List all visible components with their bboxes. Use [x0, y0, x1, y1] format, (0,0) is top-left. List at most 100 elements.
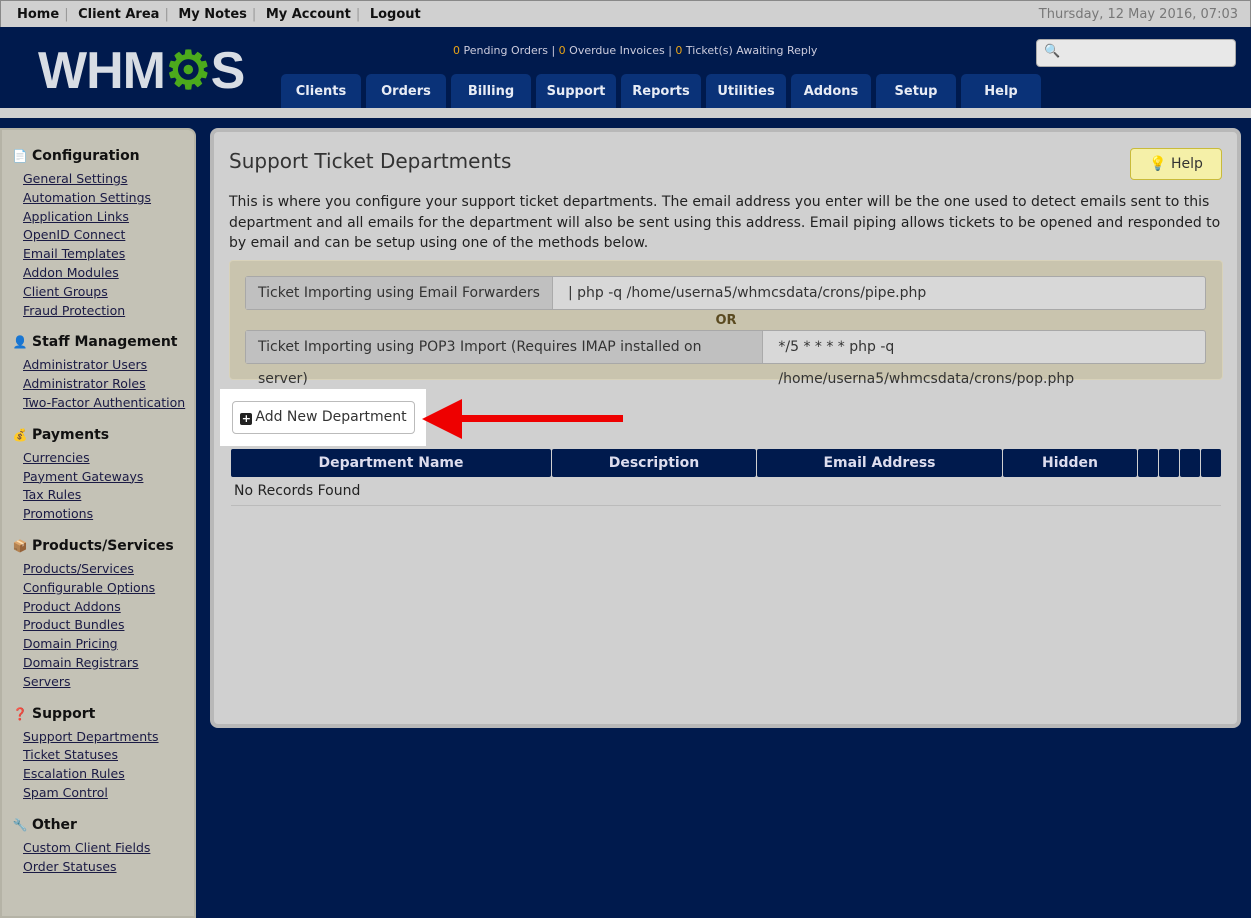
red-arrow-icon [422, 399, 623, 439]
tickets-count: 0 [675, 44, 683, 57]
sidebar-link[interactable]: Addon Modules [23, 264, 194, 283]
home-link[interactable]: Home [17, 7, 59, 22]
date-display: Thursday, 12 May 2016, 07:03 [1038, 7, 1238, 22]
add-button-highlight: + Add New Department [220, 389, 426, 446]
lightbulb-icon: 💡 [1149, 156, 1167, 172]
sidebar-link[interactable]: Configurable Options [23, 579, 194, 598]
wrench-icon: 🔧 [12, 817, 28, 832]
sidebar-heading: 👤 Staff Management [12, 334, 194, 350]
tab-addons[interactable]: Addons [791, 74, 871, 108]
overdue-count: 0 [558, 44, 566, 57]
pending-orders-link[interactable]: Pending Orders [464, 44, 548, 57]
support-icon: ❓ [12, 706, 28, 721]
sidebar: 📄 Configuration General Settings Automation… [0, 128, 196, 918]
sidebar-section: 📄 Configuration General Settings Automation… [12, 148, 194, 320]
sidebar-heading-label: Other [32, 816, 77, 833]
col-action [1201, 449, 1221, 477]
help-button[interactable]: 💡 Help [1130, 148, 1222, 180]
whmcs-logo[interactable]: WHM⚙S [38, 41, 245, 101]
pop3-command[interactable]: */5 * * * * php -q /home/userna5/whmcsda… [763, 331, 1205, 387]
user-icon: 👤 [12, 335, 28, 350]
or-separator: OR [715, 313, 737, 328]
sidebar-section: 🔧 Other Custom Client Fields Order Statuses [12, 817, 194, 877]
col-department-name[interactable]: Department Name [231, 449, 551, 477]
sidebar-link[interactable]: Support Departments [23, 728, 194, 747]
sidebar-link[interactable]: OpenID Connect [23, 226, 194, 245]
sidebar-heading-label: Products/Services [32, 537, 174, 554]
sidebar-link[interactable]: Payment Gateways [23, 468, 194, 487]
tab-utilities[interactable]: Utilities [706, 74, 786, 108]
top-bar: Home | Client Area | My Notes | My Account |… [0, 0, 1251, 27]
client-area-link[interactable]: Client Area [78, 7, 159, 22]
config-icon: 📄 [12, 149, 28, 163]
sidebar-link[interactable]: Fraud Protection [23, 302, 194, 321]
sidebar-section: ❓ Support Support Departments Ticket Status… [12, 706, 194, 803]
sidebar-link[interactable]: Domain Registrars [23, 654, 194, 673]
sidebar-heading: 🔧 Other [12, 817, 194, 833]
sidebar-link[interactable]: Client Groups [23, 283, 194, 302]
sidebar-link[interactable]: General Settings [23, 170, 194, 189]
col-email-address[interactable]: Email Address [757, 449, 1002, 477]
sidebar-heading: 💰 Payments [12, 427, 194, 443]
sidebar-link[interactable]: Escalation Rules [23, 765, 194, 784]
sidebar-link[interactable]: Two-Factor Authentication [23, 394, 194, 413]
sidebar-link[interactable]: Administrator Roles [23, 375, 194, 394]
tab-clients[interactable]: Clients [281, 74, 361, 108]
col-action [1138, 449, 1158, 477]
sidebar-link[interactable]: Promotions [23, 505, 194, 524]
col-description[interactable]: Description [552, 449, 756, 477]
pending-count: 0 [453, 44, 460, 57]
sidebar-link[interactable]: Servers [23, 673, 194, 692]
coins-icon: 💰 [12, 427, 28, 442]
tab-setup[interactable]: Setup [876, 74, 956, 108]
sidebar-link[interactable]: Order Statuses [23, 858, 194, 877]
add-button-label: Add New Department [255, 409, 407, 425]
sidebar-link[interactable]: Spam Control [23, 784, 194, 803]
my-account-link[interactable]: My Account [266, 7, 351, 22]
box-icon: 📦 [12, 538, 28, 553]
sidebar-link[interactable]: Product Bundles [23, 616, 194, 635]
sidebar-link[interactable]: Currencies [23, 449, 194, 468]
empty-message: No Records Found [231, 477, 1221, 506]
forwarders-row: Ticket Importing using Email Forwarders … [245, 276, 1206, 310]
sidebar-section: 👤 Staff Management Administrator Users Admi… [12, 334, 194, 412]
tab-billing[interactable]: Billing [451, 74, 531, 108]
sidebar-link[interactable]: Tax Rules [23, 486, 194, 505]
pop3-row: Ticket Importing using POP3 Import (Requ… [245, 330, 1206, 387]
tab-help[interactable]: Help [961, 74, 1041, 108]
plus-icon: + [240, 412, 253, 425]
sidebar-heading: ❓ Support [12, 706, 194, 722]
sidebar-link[interactable]: Domain Pricing [23, 635, 194, 654]
sidebar-link[interactable]: Custom Client Fields [23, 839, 194, 858]
help-label: Help [1170, 156, 1203, 172]
sidebar-heading-label: Support [32, 705, 96, 722]
stats-bar: 0 Pending Orders | 0 Overdue Invoices | … [453, 44, 818, 57]
logout-link[interactable]: Logout [370, 7, 421, 22]
page-description: This is where you configure your support… [229, 194, 1221, 251]
pop3-label: Ticket Importing using POP3 Import (Requ… [246, 331, 764, 387]
search-icon: 🔍 [1044, 44, 1061, 59]
sidebar-link[interactable]: Application Links [23, 208, 194, 227]
sidebar-link[interactable]: Email Templates [23, 245, 194, 264]
page-title: Support Ticket Departments [229, 149, 512, 173]
tickets-awaiting-link[interactable]: Ticket(s) Awaiting Reply [686, 44, 818, 57]
sidebar-link[interactable]: Products/Services [23, 560, 194, 579]
sidebar-link[interactable]: Administrator Users [23, 356, 194, 375]
content-panel: Support Ticket Departments 💡 Help This i… [210, 128, 1241, 728]
sidebar-link[interactable]: Automation Settings [23, 189, 194, 208]
sidebar-link[interactable]: Ticket Statuses [23, 746, 194, 765]
tab-support[interactable]: Support [536, 74, 616, 108]
col-hidden[interactable]: Hidden [1003, 449, 1137, 477]
overdue-invoices-link[interactable]: Overdue Invoices [569, 44, 665, 57]
sidebar-section: 📦 Products/Services Products/Services Confi… [12, 538, 194, 692]
add-new-department-button[interactable]: + Add New Department [232, 401, 415, 434]
sidebar-link[interactable]: Product Addons [23, 598, 194, 617]
forwarders-label: Ticket Importing using Email Forwarders [246, 277, 553, 309]
search-box[interactable]: 🔍 [1036, 39, 1236, 67]
search-input[interactable] [1061, 43, 1231, 63]
my-notes-link[interactable]: My Notes [178, 7, 247, 22]
tab-reports[interactable]: Reports [621, 74, 701, 108]
header-divider [0, 108, 1251, 118]
forwarders-command[interactable]: | php -q /home/userna5/whmcsdata/crons/p… [553, 277, 941, 309]
tab-orders[interactable]: Orders [366, 74, 446, 108]
